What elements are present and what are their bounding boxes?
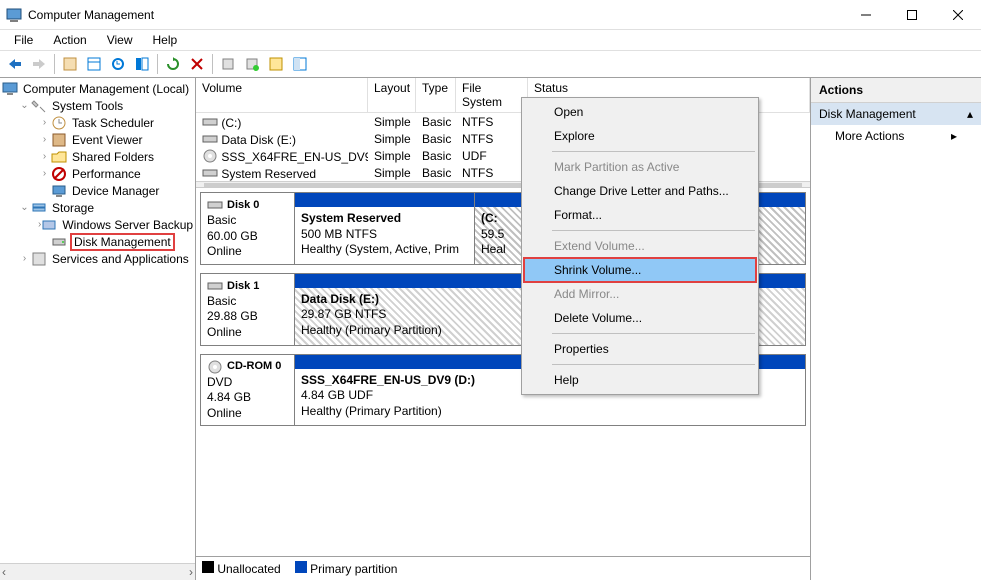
toolbar-btn-8[interactable] xyxy=(289,53,311,75)
menu-properties[interactable]: Properties xyxy=(524,337,756,361)
tree-hscroll[interactable]: ‹› xyxy=(0,563,195,580)
legend-unallocated: Unallocated xyxy=(217,562,280,576)
menu-extend: Extend Volume... xyxy=(524,234,756,258)
toolbar xyxy=(0,50,981,78)
toolbar-btn-4[interactable] xyxy=(131,53,153,75)
toolbar-btn-7[interactable] xyxy=(265,53,287,75)
disk-info[interactable]: CD-ROM 0 DVD4.84 GBOnline xyxy=(201,355,295,426)
actions-header: Actions xyxy=(811,78,981,103)
menu-view[interactable]: View xyxy=(99,31,141,49)
legend: Unallocated Primary partition xyxy=(196,556,810,580)
menu-shrink[interactable]: Shrink Volume... xyxy=(524,258,756,282)
context-menu: Open Explore Mark Partition as Active Ch… xyxy=(521,97,759,395)
menu-delete[interactable]: Delete Volume... xyxy=(524,306,756,330)
title-bar: Computer Management xyxy=(0,0,981,30)
hdd-icon xyxy=(207,278,223,294)
toolbar-btn-6[interactable] xyxy=(241,53,263,75)
tree-services[interactable]: ›Services and Applications xyxy=(2,250,193,267)
toolbar-btn-2[interactable] xyxy=(83,53,105,75)
performance-icon xyxy=(51,166,67,182)
delete-button[interactable] xyxy=(186,53,208,75)
wrench-icon xyxy=(31,98,47,114)
toolbar-btn-3[interactable] xyxy=(107,53,129,75)
col-type[interactable]: Type xyxy=(416,78,456,112)
forward-button[interactable] xyxy=(28,53,50,75)
toolbar-btn-5[interactable] xyxy=(217,53,239,75)
menu-action[interactable]: Action xyxy=(45,31,94,49)
tree-system-tools[interactable]: ⌄System Tools xyxy=(2,97,193,114)
folder-share-icon xyxy=(51,149,67,165)
col-layout[interactable]: Layout xyxy=(368,78,416,112)
menu-explore[interactable]: Explore xyxy=(524,124,756,148)
tree-shared-folders[interactable]: ›Shared Folders xyxy=(2,148,193,165)
close-button[interactable] xyxy=(935,0,981,30)
menu-format[interactable]: Format... xyxy=(524,203,756,227)
maximize-button[interactable] xyxy=(889,0,935,30)
storage-icon xyxy=(31,200,47,216)
menu-mirror: Add Mirror... xyxy=(524,282,756,306)
menu-mark-active: Mark Partition as Active xyxy=(524,155,756,179)
tree-wsb[interactable]: ›Windows Server Backup xyxy=(2,216,193,233)
menu-file[interactable]: File xyxy=(6,31,41,49)
tree-task-scheduler[interactable]: ›Task Scheduler xyxy=(2,114,193,131)
backup-icon xyxy=(41,217,57,233)
menu-help[interactable]: Help xyxy=(524,368,756,392)
clock-icon xyxy=(51,115,67,131)
tree-pane: Computer Management (Local) ⌄System Tool… xyxy=(0,78,196,580)
toolbar-btn-1[interactable] xyxy=(59,53,81,75)
cdrom-icon xyxy=(207,359,223,375)
legend-primary: Primary partition xyxy=(310,562,397,576)
col-fs[interactable]: File System xyxy=(456,78,528,112)
services-icon xyxy=(31,251,47,267)
minimize-button[interactable] xyxy=(843,0,889,30)
partition-system-reserved[interactable]: System Reserved500 MB NTFSHealthy (Syste… xyxy=(295,193,475,264)
menu-help[interactable]: Help xyxy=(145,31,186,49)
tree-disk-management[interactable]: Disk Management xyxy=(2,233,193,250)
chevron-right-icon: ▸ xyxy=(951,129,957,143)
collapse-icon: ▴ xyxy=(967,107,973,121)
window-title: Computer Management xyxy=(28,8,843,22)
event-icon xyxy=(51,132,67,148)
actions-more[interactable]: More Actions▸ xyxy=(811,125,981,147)
menu-open[interactable]: Open xyxy=(524,100,756,124)
col-volume[interactable]: Volume xyxy=(196,78,368,112)
actions-section-dm[interactable]: Disk Management▴ xyxy=(811,103,981,125)
computer-icon xyxy=(2,81,18,97)
back-button[interactable] xyxy=(4,53,26,75)
tree-event-viewer[interactable]: ›Event Viewer xyxy=(2,131,193,148)
disk-info[interactable]: Disk 1 Basic29.88 GBOnline xyxy=(201,274,295,345)
refresh-button[interactable] xyxy=(162,53,184,75)
device-icon xyxy=(51,183,67,199)
tree-performance[interactable]: ›Performance xyxy=(2,165,193,182)
tree-device-manager[interactable]: Device Manager xyxy=(2,182,193,199)
app-icon xyxy=(6,7,22,23)
menu-bar: File Action View Help xyxy=(0,30,981,50)
tree-root[interactable]: Computer Management (Local) xyxy=(2,80,193,97)
hdd-icon xyxy=(207,197,223,213)
actions-pane: Actions Disk Management▴ More Actions▸ xyxy=(811,78,981,580)
disk-info[interactable]: Disk 0 Basic60.00 GBOnline xyxy=(201,193,295,264)
tree-storage[interactable]: ⌄Storage xyxy=(2,199,193,216)
menu-change-letter[interactable]: Change Drive Letter and Paths... xyxy=(524,179,756,203)
disk-mgmt-icon xyxy=(51,234,67,250)
